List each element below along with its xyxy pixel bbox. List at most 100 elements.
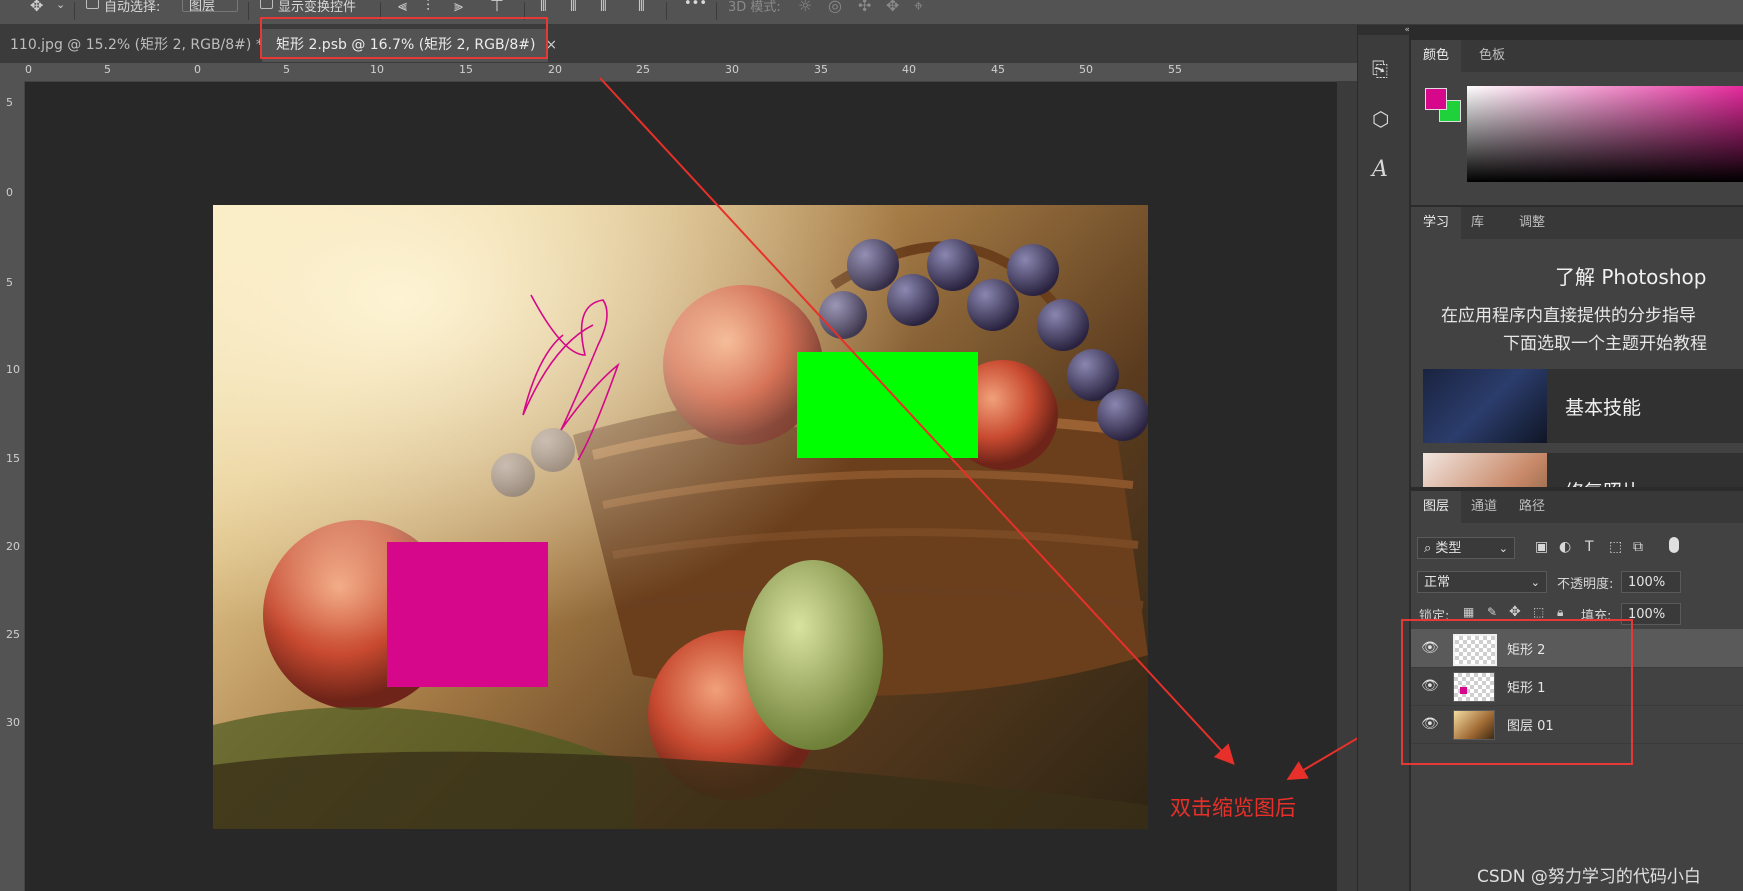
layers-panel: 图层 通道 路径 ⌕ 类型 ⌄ ▣ ◐ T ⬚ ⧉ 正常 ⌄ 不透明度: 100… — [1401, 491, 1743, 891]
show-transform-checkbox[interactable] — [260, 0, 273, 9]
learn-item-repair-photos[interactable]: 修复照片 — [1423, 453, 1743, 487]
ruler-label: 25 — [6, 628, 20, 641]
show-transform-label: 显示变换控件 — [278, 0, 357, 15]
blend-mode-dropdown[interactable]: 正常 ⌄ — [1417, 571, 1547, 593]
auto-select-dropdown[interactable]: 图层 — [182, 0, 238, 14]
lock-transparent-icon[interactable]: ▦ — [1463, 605, 1474, 619]
lock-pixels-icon[interactable]: ✎ — [1487, 605, 1497, 619]
learn-title: 了解 Photoshop — [1555, 265, 1707, 289]
tab-learn[interactable]: 学习 — [1411, 207, 1462, 239]
watermark: CSDN @努力学习的代码小白 — [1477, 867, 1701, 887]
layer-filter-dropdown[interactable]: ⌕ 类型 ⌄ — [1417, 537, 1515, 559]
color-picker-field[interactable] — [1467, 86, 1743, 182]
ruler-label: 35 — [814, 63, 828, 76]
collapse-icon[interactable]: « — [1358, 25, 1410, 35]
tab-110-jpg[interactable]: 110.jpg @ 15.2% (矩形 2, RGB/8#) *× — [10, 29, 285, 62]
vertical-ruler: 5 0 5 10 15 20 25 30 — [0, 81, 25, 891]
pan-3d-icon[interactable]: ✣ — [858, 0, 871, 15]
distribute-center-icon[interactable]: ⫴ — [570, 0, 577, 16]
align-left-icon[interactable]: ⫷ — [398, 0, 407, 16]
chevron-down-icon: ⌄ — [1530, 576, 1540, 589]
ruler-label: 20 — [6, 540, 20, 553]
tab-color[interactable]: 颜色 — [1411, 40, 1462, 72]
mode-3d-label: 3D 模式: — [728, 0, 781, 15]
tab-adjustments[interactable]: 调整 — [1507, 207, 1557, 239]
auto-select-value: 图层 — [189, 0, 216, 14]
align-center-icon[interactable]: ⫶ — [426, 0, 430, 16]
ruler-label: 30 — [6, 716, 20, 729]
character-icon[interactable]: A — [1372, 157, 1388, 182]
document-canvas[interactable] — [213, 205, 1148, 829]
ruler-label: 0 — [6, 186, 13, 199]
distribute-left-icon[interactable]: ⫴ — [540, 0, 547, 16]
smart-object-filter-icon[interactable]: ⧉ — [1633, 539, 1643, 555]
layer-filter-value: 类型 — [1435, 541, 1462, 556]
shape-filter-icon[interactable]: ⬚ — [1609, 539, 1622, 555]
fill-value: 100% — [1628, 607, 1666, 622]
highlight-box — [260, 17, 548, 59]
move-tool-icon[interactable]: ✥ — [30, 0, 43, 15]
tab-label: 110.jpg @ 15.2% (矩形 2, RGB/8#) * — [10, 37, 263, 53]
auto-select-label: 自动选择: — [104, 0, 161, 15]
tab-paths[interactable]: 路径 — [1507, 491, 1557, 523]
learn-description: 在应用程序内直接提供的分步指导 — [1441, 306, 1696, 326]
tab-channels[interactable]: 通道 — [1459, 491, 1509, 523]
properties-icon[interactable]: ⬡ — [1372, 107, 1389, 131]
slide-3d-icon[interactable]: ✥ — [886, 0, 899, 15]
tab-layers[interactable]: 图层 — [1411, 491, 1462, 523]
history-icon[interactable]: ⎘ — [1372, 57, 1388, 81]
pixel-filter-icon[interactable]: ▣ — [1535, 539, 1548, 555]
ruler-label: 0 — [194, 63, 201, 76]
learn-item-basic-skills[interactable]: 基本技能 — [1423, 369, 1743, 443]
align-right-icon[interactable]: ⫸ — [454, 0, 463, 16]
document-tab-bar: 110.jpg @ 15.2% (矩形 2, RGB/8#) *× 矩形 2.p… — [0, 17, 1357, 63]
tab-libraries[interactable]: 库 — [1459, 207, 1496, 239]
blend-mode-value: 正常 — [1424, 575, 1451, 590]
ruler-label: 20 — [548, 63, 562, 76]
roll-3d-icon[interactable]: ◎ — [828, 0, 842, 15]
ruler-label: 25 — [636, 63, 650, 76]
learn-description: 下面选取一个主题开始教程 — [1503, 334, 1707, 354]
magenta-rectangle[interactable] — [387, 542, 548, 687]
more-options-button[interactable]: ••• — [684, 0, 707, 11]
ruler-label: 10 — [6, 363, 20, 376]
learn-item-label: 基本技能 — [1565, 397, 1642, 419]
lock-artboard-icon[interactable]: ⬚ — [1533, 605, 1544, 619]
highlight-box — [1401, 619, 1633, 765]
ruler-label: 30 — [725, 63, 739, 76]
annotation-text: 双击缩览图后 — [1170, 796, 1296, 820]
layers-panel-tabs: 图层 通道 路径 — [1411, 491, 1743, 523]
ruler-label: 15 — [6, 452, 20, 465]
search-icon: ⌕ — [1424, 541, 1436, 556]
align-top-icon[interactable]: ⊤ — [490, 0, 504, 15]
type-filter-icon[interactable]: T — [1585, 539, 1594, 555]
vertical-scrollbar[interactable] — [1337, 81, 1357, 891]
color-panel-tabs: 颜色 色板 — [1411, 40, 1743, 72]
learn-thumbnail — [1423, 369, 1547, 443]
chevron-down-icon[interactable]: ⌄ — [56, 0, 65, 11]
opacity-label: 不透明度: — [1557, 577, 1614, 592]
ruler-label: 5 — [6, 276, 13, 289]
color-panel: 颜色 色板 — [1411, 40, 1743, 205]
fruit-basket-photo — [213, 205, 1148, 829]
tab-swatches[interactable]: 色板 — [1467, 40, 1517, 72]
learn-thumbnail — [1423, 453, 1547, 487]
green-rectangle[interactable] — [797, 352, 978, 458]
distribute-spacing-icon[interactable]: ⫴ — [638, 0, 645, 16]
orbit-3d-icon[interactable]: ☼ — [798, 0, 812, 15]
lock-all-icon[interactable]: 🔒︎ — [1557, 605, 1563, 620]
learn-item-label: 修复照片 — [1565, 477, 1641, 487]
opacity-value: 100% — [1628, 575, 1666, 590]
auto-select-checkbox[interactable] — [86, 0, 99, 9]
adjustment-filter-icon[interactable]: ◐ — [1559, 539, 1571, 555]
ruler-label: 50 — [1079, 63, 1093, 76]
filter-toggle[interactable] — [1669, 537, 1679, 553]
opacity-field[interactable]: 100% — [1621, 571, 1681, 593]
lock-position-icon[interactable]: ✥ — [1509, 604, 1521, 620]
right-panels: 颜色 色板 学习 库 调整 了解 Photoshop 在应用程序内直接提供的分步… — [1401, 25, 1743, 891]
scale-3d-icon[interactable]: ⌖ — [914, 0, 923, 16]
ruler-label: 0 — [25, 63, 32, 76]
horizontal-ruler: 0 5 0 5 10 15 20 25 30 35 40 45 50 55 — [0, 63, 1357, 82]
distribute-right-icon[interactable]: ⫴ — [600, 0, 607, 16]
foreground-color-swatch[interactable] — [1425, 88, 1447, 110]
